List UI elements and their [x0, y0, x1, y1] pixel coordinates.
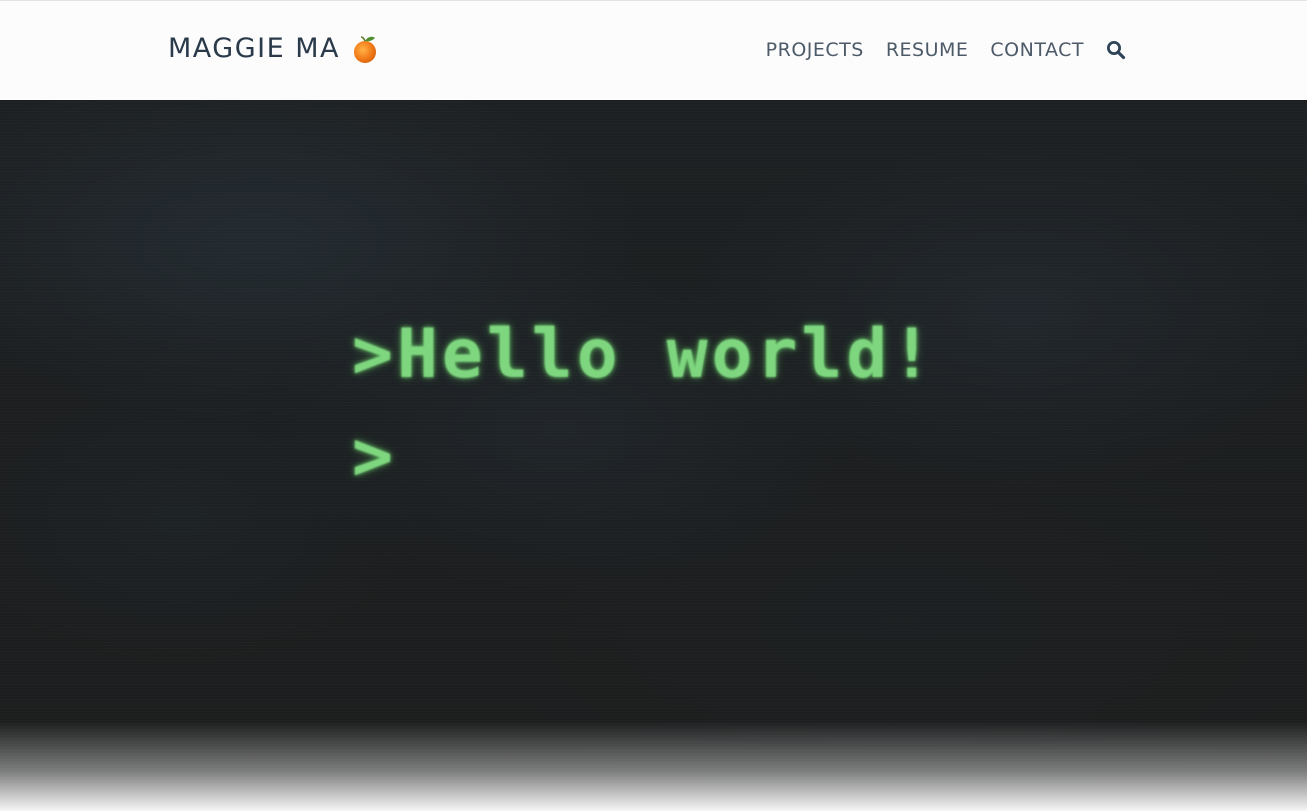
- orange-emoji-icon: [352, 34, 378, 64]
- hero-bottom-fade: [0, 721, 1307, 811]
- main-nav: PROJECTS RESUME CONTACT: [766, 35, 1126, 65]
- search-icon[interactable]: [1106, 40, 1126, 60]
- nav-resume-link[interactable]: RESUME: [886, 35, 969, 65]
- page: MAGGIE MA PROJECTS RESUME CONTACT >Hello…: [0, 0, 1307, 811]
- terminal-hello-text: >Hello world!: [352, 315, 937, 394]
- top-navbar: MAGGIE MA PROJECTS RESUME CONTACT: [0, 0, 1307, 100]
- hero-scanlines: [0, 100, 1307, 811]
- nav-projects-link[interactable]: PROJECTS: [766, 35, 864, 65]
- site-title: MAGGIE MA: [168, 33, 341, 64]
- nav-contact-link[interactable]: CONTACT: [990, 35, 1084, 65]
- terminal-prompt-text: >: [352, 417, 393, 496]
- brand-home-link[interactable]: MAGGIE MA: [168, 31, 378, 67]
- hero-banner: >Hello world! >: [0, 100, 1307, 811]
